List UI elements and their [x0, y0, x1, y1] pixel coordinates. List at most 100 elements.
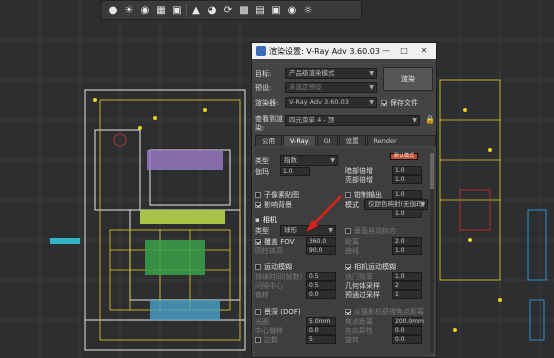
shutter-field[interactable]: 1.0 [392, 272, 422, 281]
maximize-icon[interactable]: □ [398, 45, 410, 57]
bright-mult-field[interactable]: 1.0 [392, 175, 422, 184]
app-icon [256, 46, 266, 56]
motion-blur-checkbox[interactable] [255, 263, 261, 270]
display-icon[interactable]: ◉ [285, 3, 299, 17]
prepass-field[interactable]: 1 [392, 290, 422, 299]
panel-scrollbar[interactable] [430, 153, 434, 353]
mode-row: 模式 [345, 199, 359, 210]
tab-gi[interactable]: GI [316, 135, 338, 146]
rotation-field[interactable]: 0.0 [392, 335, 422, 344]
scrollbar-thumb[interactable] [430, 153, 434, 189]
prepass-row: 预通过采样 [345, 289, 380, 300]
aperture-field[interactable]: 5.0mm [306, 317, 336, 326]
tab-common[interactable]: 公用 [255, 135, 282, 146]
bias-field[interactable]: 0.0 [306, 290, 336, 299]
collapse-icon: ▪ [255, 215, 260, 224]
motion-blur-label: 运动模糊 [264, 262, 292, 271]
renderer-value: V-Ray Adv 3.60.03 [289, 98, 349, 106]
chevron-down-icon: ▼ [330, 157, 335, 164]
target-row: 目标: [255, 68, 271, 79]
view-row: 查看到渲染: [255, 115, 285, 135]
preset-select[interactable]: 未选定预设 ▼ [285, 82, 377, 93]
sides-field[interactable]: 5 [306, 335, 336, 344]
render-button[interactable]: 渲染 [383, 67, 433, 91]
bright-mult-row: 亮部倍增 [345, 174, 373, 185]
dark-mult-field[interactable]: 1.0 [392, 166, 422, 175]
sunlight-icon[interactable]: ☀ [122, 3, 136, 17]
title-bar[interactable]: 渲染设置: V-Ray Adv 3.60.03 — □ ✕ [252, 43, 436, 59]
render-iterative-icon[interactable]: ⟳ [221, 3, 235, 17]
fov-checkbox[interactable] [255, 238, 261, 245]
bias-label: 偏移 [255, 290, 269, 299]
camera-icon[interactable]: ▣ [269, 3, 283, 17]
height-row: 圆柱体高 [255, 245, 283, 256]
teapot-icon[interactable]: ◕ [205, 3, 219, 17]
minimize-icon[interactable]: — [380, 45, 392, 57]
rotation-label: 旋转 [345, 335, 359, 344]
height-field[interactable]: 90.0 [306, 246, 336, 255]
mode-value: 仅颜色映射(无伽玛) [368, 200, 426, 208]
focal-dist-field[interactable]: 200.0mm [392, 317, 424, 326]
rendered-frame-icon[interactable]: ▣ [170, 3, 184, 17]
render-icon[interactable]: ▲ [189, 3, 203, 17]
view-select[interactable]: 四元菜单 4 - 顶 ▼ [285, 115, 420, 126]
lock-icon[interactable]: 🔒 [425, 115, 435, 124]
tab-settings[interactable]: 设置 [338, 135, 366, 146]
save-file-label: 保存文件 [390, 98, 418, 107]
auto-fit-checkbox[interactable] [345, 227, 351, 234]
linear-field[interactable]: 1.0 [392, 209, 422, 218]
cam-type-row: 类型 [255, 225, 269, 236]
render-setup-icon[interactable]: ▦ [154, 3, 168, 17]
interval-center-field[interactable]: 0.5 [306, 281, 336, 290]
sides-row[interactable]: 边数 [255, 334, 278, 345]
duration-field[interactable]: 0.5 [306, 272, 336, 281]
tab-render-elements[interactable]: Render Elements [366, 135, 436, 156]
cam-type-select[interactable]: 球形 ▼ [280, 225, 336, 236]
view-value: 四元菜单 4 - 顶 [289, 116, 335, 124]
save-file-row[interactable]: 保存文件 [381, 97, 418, 108]
cam-type-label: 类型 [255, 226, 269, 235]
cam-motion-checkbox[interactable] [345, 263, 351, 270]
affect-bg-checkbox[interactable] [255, 201, 261, 208]
render-setup-dialog: 渲染设置: V-Ray Adv 3.60.03 — □ ✕ 目标: 产品级渲染模… [251, 42, 437, 358]
target-select[interactable]: 产品级渲染模式 ▼ [285, 68, 377, 79]
camera-header[interactable]: ▪ 相机 [255, 214, 277, 225]
type-select[interactable]: 指数 ▼ [280, 155, 338, 166]
effects-icon[interactable]: ▤ [253, 3, 267, 17]
fov-field[interactable]: 360.0 [306, 237, 336, 246]
affect-bg-row[interactable]: 影响背景 [255, 199, 292, 210]
close-icon[interactable]: ✕ [418, 45, 430, 57]
default-mode-swatch[interactable]: 默认模式 [390, 153, 418, 160]
renderer-select[interactable]: V-Ray Adv 3.60.03 ▼ [285, 97, 377, 108]
sides-label: 边数 [264, 335, 278, 344]
geom-samples-field[interactable]: 2 [392, 281, 422, 290]
center-bias-field[interactable]: 0.0 [306, 326, 336, 335]
clamp-output-checkbox[interactable] [345, 191, 351, 198]
sides-checkbox[interactable] [255, 336, 261, 343]
sub-pixel-checkbox[interactable] [255, 191, 261, 198]
dist-field[interactable]: 2.0 [392, 237, 422, 246]
light-icon[interactable]: ☼ [301, 3, 315, 17]
material-icon[interactable]: ◉ [138, 3, 152, 17]
gamma-label: 伽玛 [255, 167, 269, 176]
curve-label: 曲线 [345, 246, 359, 255]
anisotropy-field[interactable]: 0.0 [392, 326, 422, 335]
cam-type-value: 球形 [284, 226, 297, 234]
tab-vray[interactable]: V-Ray [282, 135, 316, 146]
dof-checkbox[interactable] [255, 308, 261, 315]
curve-field[interactable]: 1.0 [392, 246, 422, 255]
save-file-checkbox[interactable] [381, 99, 387, 106]
view-label: 查看到渲染: [255, 115, 283, 132]
clamp-output-label: 钳制输出 [354, 190, 382, 199]
preset-row: 预设: [255, 82, 271, 93]
bright-mult-label: 亮部倍增 [345, 175, 373, 184]
environment-icon[interactable]: ▩ [237, 3, 251, 17]
clamp-field[interactable]: 1.0 [392, 190, 422, 199]
rotation-row: 旋转 [345, 334, 359, 345]
gamma-field[interactable]: 1.0 [280, 167, 310, 176]
auto-fit-row[interactable]: 垂直自动拟合 [345, 225, 396, 236]
affect-bg-label: 影响背景 [264, 200, 292, 209]
preset-value: 未选定预设 [289, 83, 322, 91]
focus-from-cam-checkbox[interactable] [345, 308, 351, 315]
lightbulb-icon[interactable]: ● [106, 3, 120, 17]
